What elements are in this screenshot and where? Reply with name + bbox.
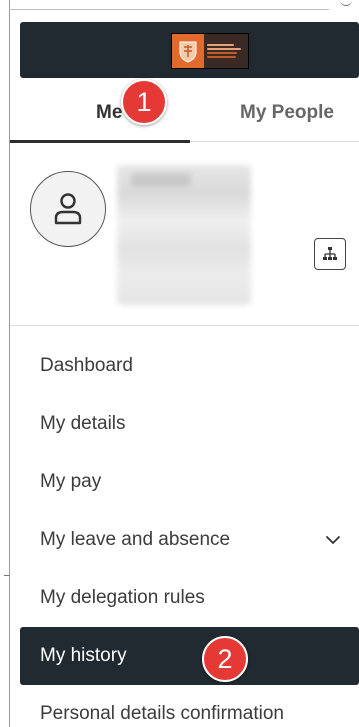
crest-icon xyxy=(172,34,204,68)
user-icon xyxy=(54,193,82,225)
menu-item-dashboard[interactable]: Dashboard xyxy=(10,337,359,395)
tab-me[interactable]: Me xyxy=(96,102,122,124)
menu-item-my-details[interactable]: My details xyxy=(10,395,359,453)
app-header xyxy=(20,22,359,78)
logo-wordmark xyxy=(204,34,248,68)
menu-item-label: My leave and absence xyxy=(40,529,231,550)
institution-logo[interactable] xyxy=(171,33,249,69)
profile-card xyxy=(10,143,359,326)
tab-my-people[interactable]: My People xyxy=(240,102,334,124)
menu-item-label: My pay xyxy=(40,471,102,492)
org-chart-icon xyxy=(323,247,337,260)
menu-item-personal-details-confirmation[interactable]: Personal details confirmation xyxy=(10,685,359,727)
org-chart-button[interactable] xyxy=(314,238,346,270)
menu-item-label: Dashboard xyxy=(40,355,133,376)
corner-mark xyxy=(340,0,352,6)
callout-badge-1: 1 xyxy=(121,79,167,125)
menu-item-label: My details xyxy=(40,413,126,434)
menu-item-label: My history xyxy=(40,645,127,666)
menu-item-my-history[interactable]: My history xyxy=(20,627,359,685)
menu-item-label: Personal details confirmation xyxy=(40,703,284,724)
avatar[interactable] xyxy=(30,171,106,247)
redacted-profile-details xyxy=(117,165,251,305)
chevron-down-icon[interactable] xyxy=(325,532,341,548)
menu-item-my-pay[interactable]: My pay xyxy=(10,453,359,511)
menu-item-my-delegation-rules[interactable]: My delegation rules xyxy=(10,569,359,627)
window-frame-top xyxy=(9,9,329,10)
side-menu: Dashboard My details My pay My leave and… xyxy=(10,337,359,727)
callout-badge-2: 2 xyxy=(202,636,248,682)
menu-item-my-leave-and-absence[interactable]: My leave and absence xyxy=(10,511,359,569)
menu-item-label: My delegation rules xyxy=(40,587,205,608)
tab-bar: Me My People xyxy=(10,86,359,143)
